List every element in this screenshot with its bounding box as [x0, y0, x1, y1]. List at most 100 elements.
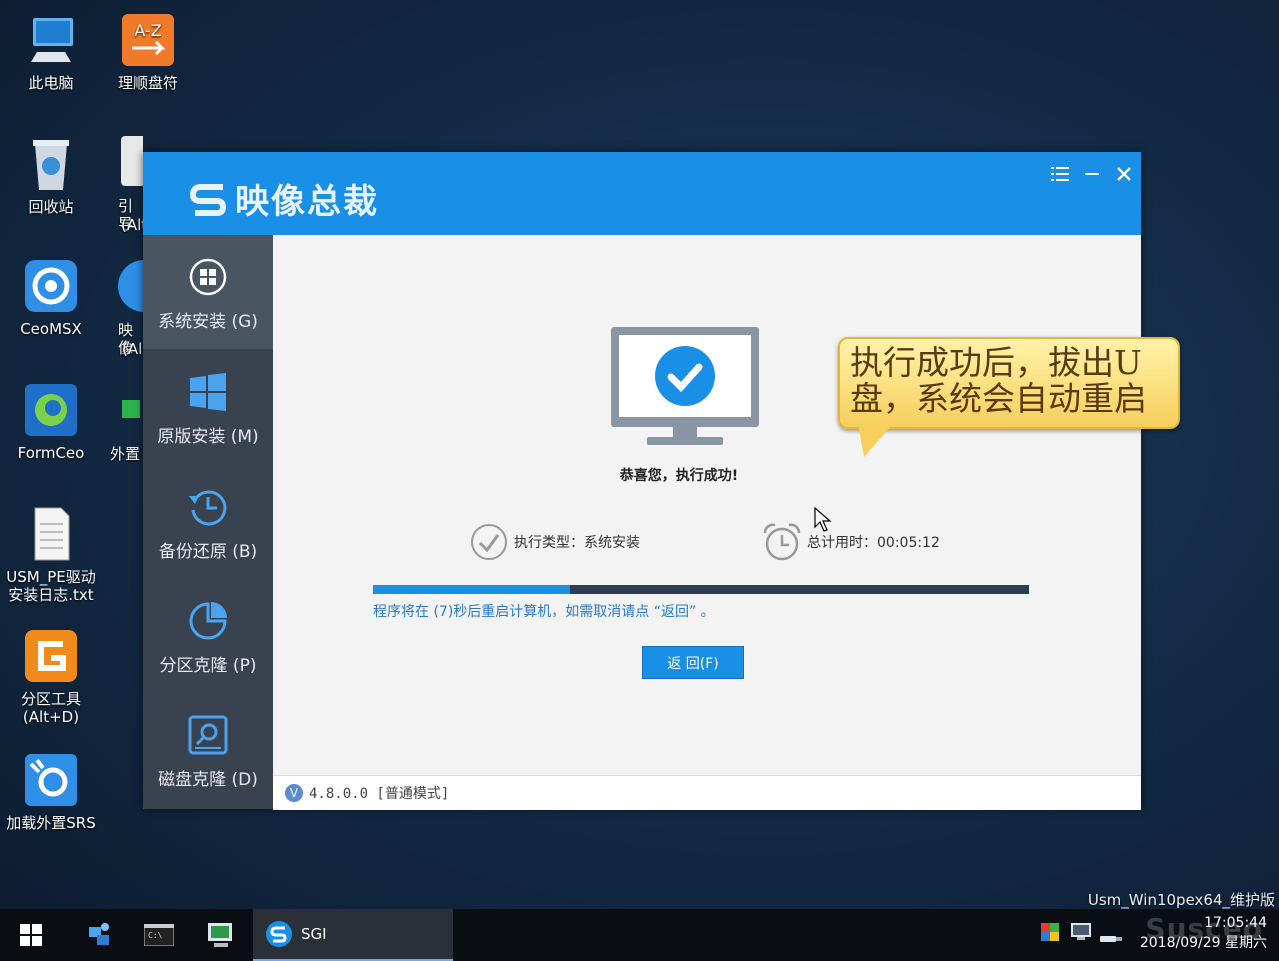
app-brand: 映像总裁 [189, 174, 379, 223]
version-text: 4.8.0.0 [普通模式] [309, 786, 450, 802]
windows-start-icon [20, 924, 42, 946]
desktop-icon-label: CeoMSX [20, 320, 82, 338]
monitor-success-icon [611, 327, 761, 455]
formceo-swirl-icon [23, 382, 79, 438]
close-icon [1117, 167, 1131, 181]
sidebar-item-disk-clone[interactable]: 磁盘克隆 (D) [143, 693, 273, 807]
disk-search-icon [186, 713, 230, 757]
list-icon [1051, 167, 1069, 181]
sidebar-item-label: 分区克隆 (P) [159, 656, 257, 676]
vm-monitor-icon [1071, 923, 1091, 940]
az-sort-icon: A-Z [120, 12, 176, 68]
restart-hint: 程序将在 (7)秒后重启计算机，如需取消请点 “返回” 。 [373, 604, 715, 620]
desktop-icon-label: FormCeo [17, 444, 85, 462]
elapsed-time-text: 总计用时：00:05:12 [807, 535, 940, 551]
desktop-icon-ceomsx[interactable]: CeoMSX [3, 258, 99, 338]
alarm-clock-icon [763, 523, 801, 561]
desktop-icon-boot-partial[interactable] [121, 136, 143, 192]
sidebar: 系统安装 (G) 原版安装 (M) 备份还原 (B) 分区克隆 (P) 磁盘克隆… [143, 235, 273, 809]
sidebar-item-label: 系统安装 (G) [158, 312, 258, 332]
success-message: 恭喜您，执行成功! [619, 468, 739, 484]
sidebar-item-system-install[interactable]: 系统安装 (G) [143, 235, 273, 349]
minimize-icon [1085, 173, 1099, 175]
exec-type-info: 执行类型：系统安装 [470, 523, 640, 561]
sidebar-item-backup-restore[interactable]: 备份还原 (B) [143, 465, 273, 579]
usb-drive-icon [1100, 936, 1122, 942]
progress-fill [373, 585, 570, 594]
tray-usb-icon[interactable] [1100, 929, 1122, 948]
partition-tool-icon [23, 628, 79, 684]
desktop-icon-label-partial: 外置 [110, 445, 141, 463]
desktop-icon-label-partial: (Alt [121, 216, 143, 234]
watermark: Susceo [1145, 912, 1263, 945]
desktop-icon-drive-letters[interactable]: A-Z 理顺盘符 [100, 12, 196, 92]
taskbar-app-explorer[interactable] [192, 909, 250, 961]
back-button[interactable]: 返 回(F) [642, 646, 744, 679]
close-button[interactable] [1110, 160, 1138, 188]
callout-text: 执行成功后，拔出U盘，系统会自动重启 [850, 343, 1147, 418]
desktop-icon-external-partial[interactable] [122, 400, 140, 418]
history-clock-icon [186, 485, 230, 529]
color-grid-icon [1041, 923, 1059, 941]
desktop-icon-label: 此电脑 [28, 74, 74, 92]
result-panel: 恭喜您，执行成功! 执行类型：系统安装 总计用时：00:05:12 程序将在 (… [273, 235, 1141, 775]
terminal-icon: C:\ [144, 924, 174, 946]
version-badge: V [285, 784, 303, 802]
sidebar-item-label: 磁盘克隆 (D) [158, 770, 258, 790]
sidebar-item-original-install[interactable]: 原版安装 (M) [143, 350, 273, 464]
exec-type-text: 执行类型：系统安装 [514, 535, 640, 551]
recycle-bin-icon [23, 136, 79, 192]
check-circle-icon [471, 524, 507, 560]
tray-color-icon[interactable] [1041, 923, 1059, 945]
desktop-icon-formceo[interactable]: FormCeo [3, 382, 99, 462]
sgi-logo-icon [189, 183, 227, 216]
environment-label: Usm_Win10pex64_维护版 [1087, 891, 1275, 909]
computer-taskbar-icon [208, 923, 232, 947]
desktop-icon-label: 分区工具(Alt+D) [20, 690, 81, 726]
mouse-cursor-icon [814, 507, 832, 532]
minimize-button[interactable] [1078, 160, 1106, 188]
start-button[interactable] [0, 909, 62, 961]
app-title: 映像总裁 [235, 182, 379, 222]
status-bar: V 4.8.0.0 [普通模式] [273, 775, 1141, 810]
windows-logo-icon [186, 255, 230, 299]
computer-icon [23, 12, 79, 68]
ceomsx-gear-icon [23, 258, 79, 314]
sgi-icon [118, 260, 143, 312]
text-file-icon [23, 506, 79, 562]
desktop-icon-sgi-partial[interactable] [118, 260, 143, 314]
svg-text:C:\: C:\ [148, 931, 163, 940]
menu-button[interactable] [1046, 160, 1074, 188]
taskbar: C:\ SGI 17:05:44 2018/09/29 星期六 [0, 909, 1279, 961]
restart-countdown-progress [373, 585, 1029, 594]
desktop-icon-label: 理顺盘符 [117, 74, 178, 92]
desktop-icon-label: 加载外置SRS [6, 814, 96, 832]
taskbar-app-cmd[interactable]: C:\ [130, 909, 188, 961]
srs-gear-icon [23, 752, 79, 808]
taskbar-app-label: SGI [301, 925, 327, 943]
sgi-icon [266, 921, 292, 947]
desktop-icon-driver-log[interactable]: USM_PE驱动安装日志.txt [3, 506, 99, 604]
callout-tail [858, 423, 894, 457]
elapsed-time-info: 总计用时：00:05:12 [761, 521, 940, 563]
sidebar-item-label: 备份还原 (B) [158, 542, 258, 562]
desktop-icon-label-partial: (Al [122, 340, 143, 358]
taskbar-app-network[interactable] [70, 909, 128, 961]
boot-repair-icon [121, 136, 143, 186]
network-icon [89, 923, 109, 945]
windows-tiles-icon [186, 370, 230, 414]
desktop-icon-partition-tool[interactable]: 分区工具(Alt+D) [3, 628, 99, 726]
sidebar-item-partition-clone[interactable]: 分区克隆 (P) [143, 579, 273, 693]
tutorial-callout: 执行成功后，拔出U盘，系统会自动重启 [838, 337, 1180, 429]
desktop-icon-this-pc[interactable]: 此电脑 [3, 12, 99, 92]
taskbar-app-sgi[interactable]: SGI [253, 909, 453, 961]
tray-vm-icon[interactable] [1071, 923, 1091, 945]
window-titlebar[interactable]: 映像总裁 [143, 152, 1141, 235]
desktop-icon-load-srs[interactable]: 加载外置SRS [3, 752, 99, 832]
pie-chart-icon [186, 599, 230, 643]
sidebar-item-label: 原版安装 (M) [157, 427, 259, 447]
app-window: 映像总裁 系统安装 (G) 原版安装 (M) 备份还原 (B) 分区克隆 (P)… [143, 152, 1141, 810]
desktop-icon-label: USM_PE驱动安装日志.txt [6, 568, 96, 604]
desktop-icon-recycle-bin[interactable]: 回收站 [3, 136, 99, 216]
svg-text:A-Z: A-Z [134, 21, 161, 40]
